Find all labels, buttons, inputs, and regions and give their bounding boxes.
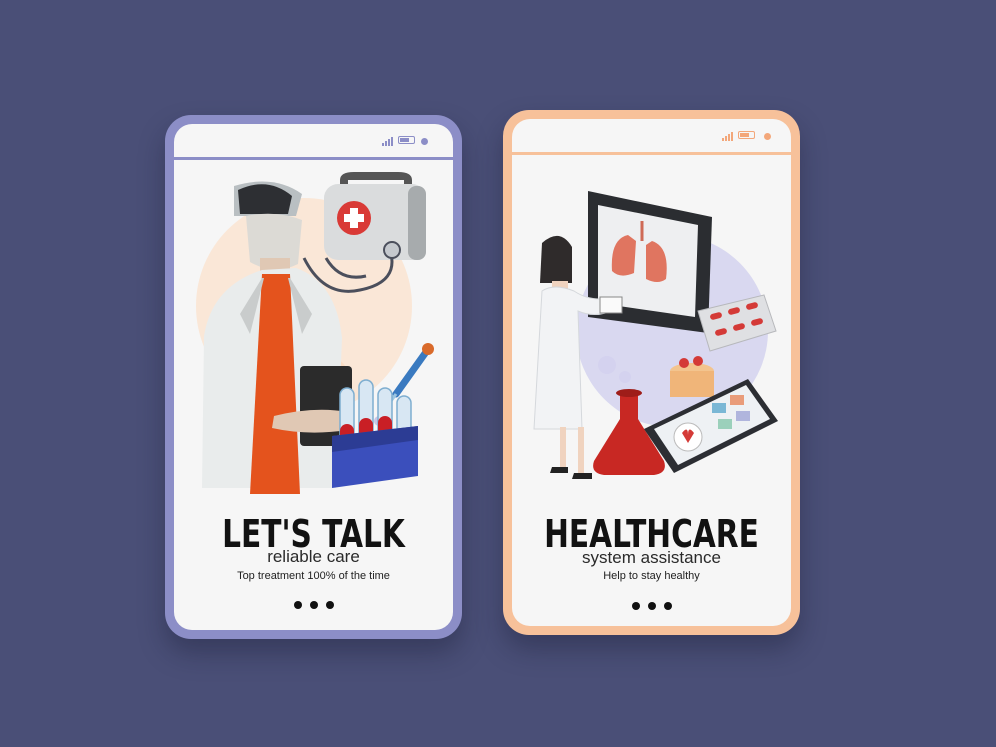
- healthcare-illustration: [533, 191, 778, 479]
- first-aid-kit-icon: [324, 172, 426, 260]
- signal-icon: [382, 137, 393, 146]
- page-dot[interactable]: [325, 601, 334, 609]
- test-tubes-icon: [332, 379, 418, 488]
- phone-screen: LET'S TALK reliable care Top treatment 1…: [174, 124, 453, 630]
- status-bar: [174, 124, 453, 160]
- page-dot[interactable]: [631, 602, 640, 610]
- camera-dot-icon: [764, 133, 771, 140]
- page-indicator[interactable]: [174, 601, 453, 609]
- camera-dot-icon: [421, 138, 428, 145]
- subtitle: system assistance: [582, 548, 721, 567]
- onboarding-card-healthcare: HEALTHCARE system assistance Help to sta…: [503, 110, 800, 635]
- caption: Help to stay healthy: [603, 570, 700, 582]
- status-divider: [174, 157, 453, 160]
- doctor-illustration: [196, 172, 434, 494]
- battery-icon: [398, 136, 415, 144]
- subtitle: reliable care: [267, 547, 360, 566]
- onboarding-card-lets-talk: LET'S TALK reliable care Top treatment 1…: [165, 115, 462, 639]
- battery-icon: [738, 131, 755, 139]
- page-dot[interactable]: [663, 602, 672, 610]
- page-dot[interactable]: [293, 601, 302, 609]
- caption: Top treatment 100% of the time: [237, 570, 390, 582]
- page-indicator[interactable]: [512, 602, 791, 610]
- page-dot[interactable]: [647, 602, 656, 610]
- page-dot[interactable]: [309, 601, 318, 609]
- signal-icon: [722, 132, 733, 141]
- status-bar: [512, 119, 791, 155]
- phone-screen: HEALTHCARE system assistance Help to sta…: [512, 119, 791, 626]
- status-divider: [512, 152, 791, 155]
